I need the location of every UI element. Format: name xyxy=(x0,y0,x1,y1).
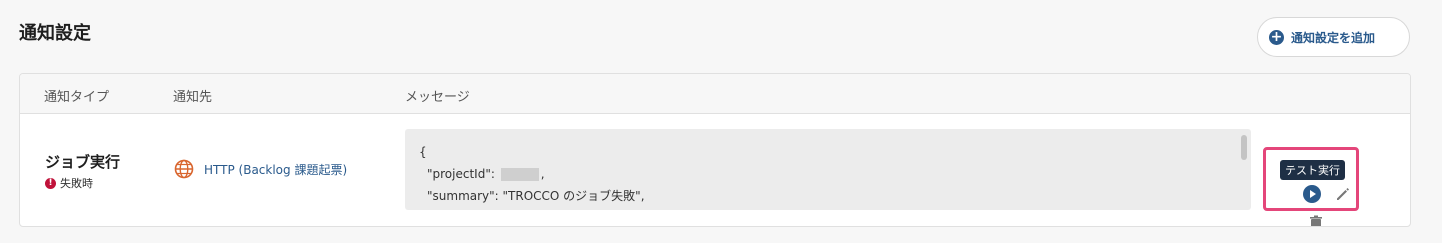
destination-link[interactable]: HTTP (Backlog 課題起票) xyxy=(174,159,347,179)
message-project-id-suffix: , xyxy=(540,167,545,181)
destination-label: HTTP (Backlog 課題起票) xyxy=(204,162,348,177)
globe-icon xyxy=(174,159,194,179)
message-project-id-key: "projectId": xyxy=(427,167,495,181)
message-preview[interactable]: { "projectId": , "summary": "TROCCO のジョブ… xyxy=(405,129,1251,210)
pencil-icon[interactable] xyxy=(1334,185,1352,207)
message-project-id-line: "projectId": , xyxy=(419,163,1251,185)
test-run-tooltip: テスト実行 xyxy=(1280,160,1345,180)
redacted-value xyxy=(500,168,539,181)
notification-condition: ! 失敗時 xyxy=(45,175,93,191)
error-icon: ! xyxy=(45,177,56,189)
play-icon[interactable] xyxy=(1303,185,1321,203)
trash-icon[interactable] xyxy=(1309,215,1323,226)
message-scrollbar[interactable] xyxy=(1241,135,1247,160)
message-summary-line: "summary": "TROCCO のジョブ失敗", xyxy=(427,189,645,203)
table-header: 通知タイプ 通知先 メッセージ xyxy=(20,74,1410,114)
message-open-brace: { xyxy=(419,145,427,159)
add-notification-button[interactable]: + 通知設定を追加 xyxy=(1257,17,1410,57)
column-header-message: メッセージ xyxy=(405,90,470,105)
condition-label: 失敗時 xyxy=(60,177,93,190)
section-title: 通知設定 xyxy=(19,23,91,44)
notification-table: 通知タイプ 通知先 メッセージ ジョブ実行 ! 失敗時 HTTP (Backlo… xyxy=(19,73,1411,227)
notification-type: ジョブ実行 xyxy=(45,153,121,171)
plus-circle-icon: + xyxy=(1269,29,1284,45)
column-header-type: 通知タイプ xyxy=(44,90,110,105)
column-header-destination: 通知先 xyxy=(173,90,213,105)
add-notification-label: 通知設定を追加 xyxy=(1291,30,1376,45)
table-row: ジョブ実行 ! 失敗時 HTTP (Backlog 課題起票) { "proje… xyxy=(20,114,1410,226)
